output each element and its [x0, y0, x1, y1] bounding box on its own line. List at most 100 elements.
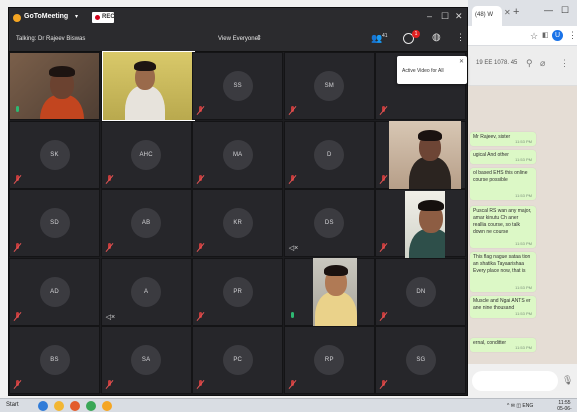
microphone-icon — [14, 106, 21, 115]
chat-message-text: Mr Rajeev, sister — [473, 134, 511, 140]
browser-tab-whatsapp[interactable]: (48) W — [472, 6, 502, 26]
tile-video-man-right-video-feed — [389, 121, 461, 189]
chat-message-time: 11:53 PM — [515, 311, 532, 316]
participant-avatar: DN — [405, 276, 436, 307]
chat-message[interactable]: Puscal RS wan any major, amar kinutu Ch … — [470, 206, 536, 248]
microphone-muted-icon — [13, 311, 22, 321]
tile-video-man-glasses-video-feed — [405, 191, 445, 259]
browser-minimize-button[interactable]: — — [544, 6, 553, 15]
participant-hair — [134, 61, 156, 71]
chat-message-time: 11:53 PM — [515, 285, 532, 290]
close-button[interactable]: ✕ — [455, 12, 463, 21]
tile-sg[interactable]: SG — [375, 326, 467, 395]
minimize-button[interactable]: – — [427, 12, 432, 21]
attach-icon[interactable]: ⌀ — [540, 58, 545, 69]
tile-video-woman[interactable] — [9, 52, 100, 120]
maximize-button[interactable]: ☐ — [441, 12, 449, 21]
participant-avatar: A — [131, 276, 162, 307]
participant-hair — [418, 130, 442, 141]
chrome-icon[interactable] — [86, 401, 96, 411]
chat-message[interactable]: ernal, conditter 11:53 PM — [470, 338, 536, 352]
search-icon[interactable]: ⚲ — [526, 58, 533, 69]
participant-avatar: SD — [39, 208, 70, 239]
microphone-muted-icon — [13, 174, 22, 184]
tile-sk[interactable]: SK — [9, 120, 100, 189]
new-tab-button[interactable]: + — [513, 7, 519, 18]
whatsapp-chat-header: 19 EE 1078. 45 ⚲ ⌀ ⋮ — [468, 46, 577, 86]
participant-grid: ⬇ SSSMSKAHCMADSDABKRDS◁×ADA◁×PRDNBSSAPCR… — [9, 51, 467, 395]
tile-pc[interactable]: PC — [192, 326, 284, 395]
tile-kr[interactable]: KR — [192, 189, 284, 258]
tile-sm[interactable]: SM — [283, 52, 375, 120]
chat-message-time: 11:53 PM — [515, 345, 532, 350]
whatsapp-header-text: 19 EE 1078. 45 — [476, 60, 518, 66]
chat-message-time: 11:53 PM — [515, 157, 532, 162]
message-input[interactable] — [472, 371, 558, 391]
talking-indicator: Talking: Dr Rajeev Biswas — [16, 36, 86, 42]
bookmark-star-icon[interactable]: ☆ — [530, 31, 538, 42]
participant-avatar: SA — [131, 345, 162, 376]
tile-ds[interactable]: DS ◁× — [283, 189, 375, 258]
view-selector[interactable]: View Everyone — [218, 36, 258, 42]
whatsapp-compose-bar: 🎙 — [468, 364, 577, 398]
chat-message-text: ernal, conditter — [473, 340, 507, 346]
chat-message[interactable]: ugical And other 11:53 PM — [470, 150, 536, 164]
tile-d[interactable]: D — [283, 120, 375, 189]
participant-hair — [324, 265, 348, 276]
microphone-muted-icon — [288, 105, 297, 116]
participant-body — [125, 86, 165, 120]
view-selector-arrows-icon[interactable]: ⇕ — [256, 34, 262, 42]
chat-message[interactable]: Muscle and Ngai ANTS er ane nine thousan… — [470, 296, 536, 318]
profile-avatar[interactable]: U — [552, 30, 563, 41]
gotomeeting-taskbar-icon[interactable] — [102, 401, 112, 411]
participant-body — [315, 292, 357, 326]
more-options-icon[interactable]: ⋮ — [456, 33, 465, 42]
recording-badge: REC — [92, 12, 115, 23]
mute-slash — [379, 311, 388, 321]
firefox-icon[interactable] — [70, 401, 80, 411]
start-button[interactable]: Start — [6, 402, 19, 408]
tile-ma[interactable]: MA — [192, 120, 284, 189]
tile-rp[interactable]: RP — [283, 326, 375, 395]
tile-ss[interactable]: SS — [192, 52, 284, 120]
chat-message[interactable]: Mr Rajeev, sister 11:53 PM — [470, 132, 536, 146]
browser-address-bar[interactable]: ☆ ◧ U ⋮ — [468, 26, 577, 46]
participant-avatar: D — [314, 139, 345, 170]
popup-text: Active Video for All — [402, 68, 444, 74]
browser-menu-icon[interactable]: ⋮ — [568, 30, 577, 41]
tile-sd[interactable]: SD — [9, 189, 100, 258]
participant-avatar: BS — [39, 345, 70, 376]
clock[interactable]: 11:55 05-06-2020 — [552, 400, 577, 412]
tile-ab[interactable]: AB — [100, 189, 192, 258]
tile-pr[interactable]: PR — [192, 257, 284, 326]
participant-avatar: PC — [222, 345, 253, 376]
tile-dn[interactable]: DN — [375, 257, 467, 326]
microphone-muted-icon — [379, 105, 388, 116]
chat-message[interactable]: ol based EHS this online course possible… — [470, 168, 536, 200]
mute-slash — [379, 105, 388, 116]
chevron-down-icon[interactable]: ▾ — [75, 13, 78, 20]
explorer-icon[interactable] — [38, 401, 48, 411]
voice-message-icon[interactable]: 🎙 — [562, 375, 573, 386]
gotomeeting-logo-icon — [13, 14, 21, 22]
video-popup[interactable]: ✕ Active Video for All — [397, 56, 467, 84]
attendees-icon[interactable]: 👥 — [371, 34, 382, 43]
chat-menu-icon[interactable]: ⋮ — [560, 58, 569, 69]
extension-icon[interactable]: ◧ — [542, 31, 549, 39]
globe-icon[interactable]: ◍ — [432, 33, 441, 43]
tile-bs[interactable]: BS — [9, 326, 100, 395]
mute-slash — [379, 243, 388, 253]
chat-message[interactable]: This flag nague sataa tion an shatika Ta… — [470, 252, 536, 292]
tile-ahc[interactable]: AHC — [100, 120, 192, 189]
system-tray[interactable]: ^ ✉ ◫ ENG — [507, 403, 533, 409]
tab-close-icon[interactable]: ✕ — [504, 9, 511, 17]
folder-icon[interactable] — [54, 401, 64, 411]
microphone-muted-icon — [196, 243, 205, 253]
tile-ad[interactable]: AD — [9, 257, 100, 326]
close-icon[interactable]: ✕ — [459, 59, 464, 65]
browser-maximize-button[interactable]: ☐ — [561, 6, 569, 15]
record-label: REC — [102, 14, 115, 20]
tile-a[interactable]: A ◁× — [100, 257, 192, 326]
windows-taskbar: Start ^ ✉ ◫ ENG 11:55 05-06-2020 — [0, 398, 577, 412]
tile-sa[interactable]: SA — [100, 326, 192, 395]
